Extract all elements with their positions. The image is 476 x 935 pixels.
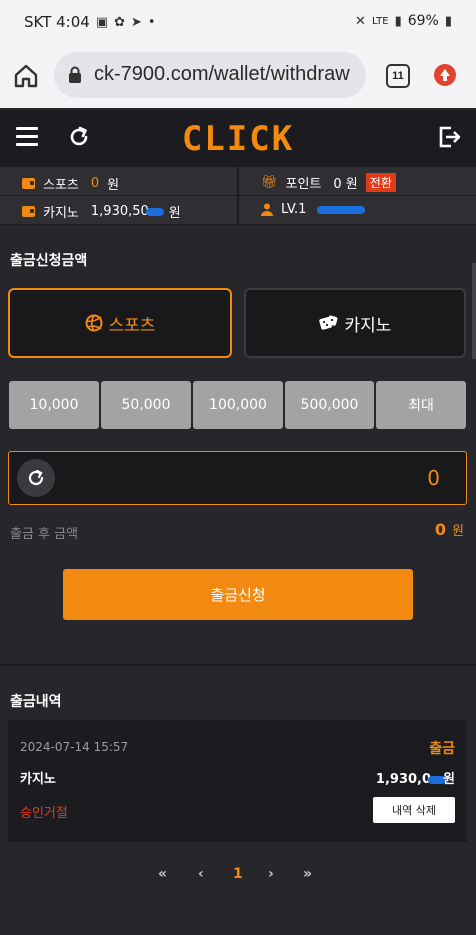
battery-label: 69% (407, 13, 439, 29)
gallery-icon: ▣ (95, 14, 109, 30)
sports-label: 스포츠 (43, 178, 79, 193)
user-level-row: LV.1 (239, 196, 476, 224)
sports-unit: 원 (107, 178, 120, 193)
point-row: 🎁︎ 포인트 0 원 전환 (239, 167, 476, 195)
next-page-button[interactable]: › (268, 866, 274, 882)
tab-sports[interactable]: 스포츠 (8, 288, 232, 358)
update-icon[interactable] (434, 64, 456, 86)
history-item: 2024-07-14 15:57 출금 카지노 1,930,0 원 승인거절 내역… (8, 720, 467, 842)
history-amount: 1,930,0 원 (375, 772, 455, 787)
tab-casino[interactable]: 카지노 (244, 288, 466, 358)
volleyball-icon (85, 314, 103, 332)
history-category: 카지노 (20, 772, 56, 787)
dot-icon: • (147, 14, 156, 30)
point-value: 0 원 (333, 177, 358, 192)
casino-value: 1,930,50 (91, 204, 164, 219)
withdraw-section-title: 출금신청금액 (10, 253, 88, 269)
amount-100000-button[interactable]: 100,000 (193, 381, 283, 429)
home-icon[interactable] (12, 62, 40, 90)
wallet-icon (22, 206, 35, 217)
page-1-button[interactable]: 1 (233, 866, 243, 882)
telegram-icon: ➤ (131, 14, 142, 30)
status-bar: SKT 4:04 ▣ ✿ ➤ • ✕ LTE ▮ 69% ▮ (0, 0, 476, 46)
last-page-button[interactable]: » (303, 866, 312, 882)
first-page-button[interactable]: « (158, 866, 167, 882)
point-label: 포인트 (285, 177, 322, 192)
site-header: CLICK (0, 110, 476, 165)
tab-casino-label: 카지노 (344, 315, 392, 336)
after-amount-value: 0원 (434, 520, 464, 539)
tab-switcher-button[interactable]: 11 (386, 64, 410, 88)
amount-10000-button[interactable]: 10,000 (9, 381, 99, 429)
status-time: SKT 4:04 (24, 13, 90, 31)
mute-icon: ✕ (355, 13, 366, 29)
withdraw-submit-button[interactable]: 출금신청 (63, 569, 413, 620)
refresh-icon[interactable] (66, 124, 92, 150)
reset-amount-button[interactable] (17, 459, 55, 497)
user-icon (261, 203, 273, 216)
amount-input-value: 0 (427, 466, 440, 490)
menu-icon[interactable] (16, 127, 38, 147)
casino-balance-row: 카지노 1,930,50 원 (0, 196, 237, 224)
pagination: « ‹ 1 › » (0, 866, 476, 890)
sports-balance-row: 스포츠 0 원 (0, 167, 237, 195)
amount-500000-button[interactable]: 500,000 (285, 381, 374, 429)
gift-icon: 🎁︎ (261, 175, 278, 190)
point-swap-button[interactable]: 전환 (365, 173, 396, 192)
history-status: 승인거절 (20, 806, 68, 821)
redaction-mark (317, 205, 366, 214)
url-text: ck-7900.com/wallet/withdraw (94, 63, 350, 85)
history-section-title: 출금내역 (10, 694, 62, 710)
battery-icon: ▮ (444, 13, 452, 29)
balance-info-bar: 스포츠 0 원 카지노 1,930,50 원 🎁︎ 포인트 0 원 전환 LV.… (0, 165, 476, 225)
reset-icon (28, 469, 44, 486)
dice-icon (318, 315, 337, 330)
withdraw-amount-input[interactable]: 0 (8, 451, 467, 505)
signal-icon: ▮ (394, 13, 402, 29)
logout-icon[interactable] (436, 124, 462, 150)
settings-icon: ✿ (114, 14, 126, 30)
casino-label: 카지노 (43, 206, 79, 221)
svg-text:CLICK: CLICK (182, 119, 294, 159)
sports-value: 0 (90, 176, 100, 191)
browser-bar: ck-7900.com/wallet/withdraw 11 (0, 46, 476, 108)
casino-unit: 원 (168, 206, 181, 221)
username-link[interactable] (317, 202, 366, 217)
prev-page-button[interactable]: ‹ (198, 866, 204, 882)
wallet-icon (22, 178, 35, 189)
amount-50000-button[interactable]: 50,000 (101, 381, 191, 429)
level-label: LV.1 (281, 202, 307, 217)
history-type: 출금 (429, 741, 455, 757)
site-logo[interactable]: CLICK (168, 116, 308, 160)
redaction-mark (145, 207, 164, 216)
after-amount-label: 출금 후 금액 (10, 527, 79, 542)
history-date: 2024-07-14 15:57 (20, 740, 129, 754)
amount-max-button[interactable]: 최대 (376, 381, 466, 429)
delete-history-button[interactable]: 내역 삭제 (373, 797, 455, 823)
section-divider (0, 664, 476, 666)
address-bar[interactable]: ck-7900.com/wallet/withdraw (54, 52, 366, 98)
lock-icon (69, 66, 81, 83)
scrollbar[interactable] (472, 263, 476, 359)
tab-sports-label: 스포츠 (108, 315, 156, 336)
lte-label: LTE (371, 15, 389, 27)
